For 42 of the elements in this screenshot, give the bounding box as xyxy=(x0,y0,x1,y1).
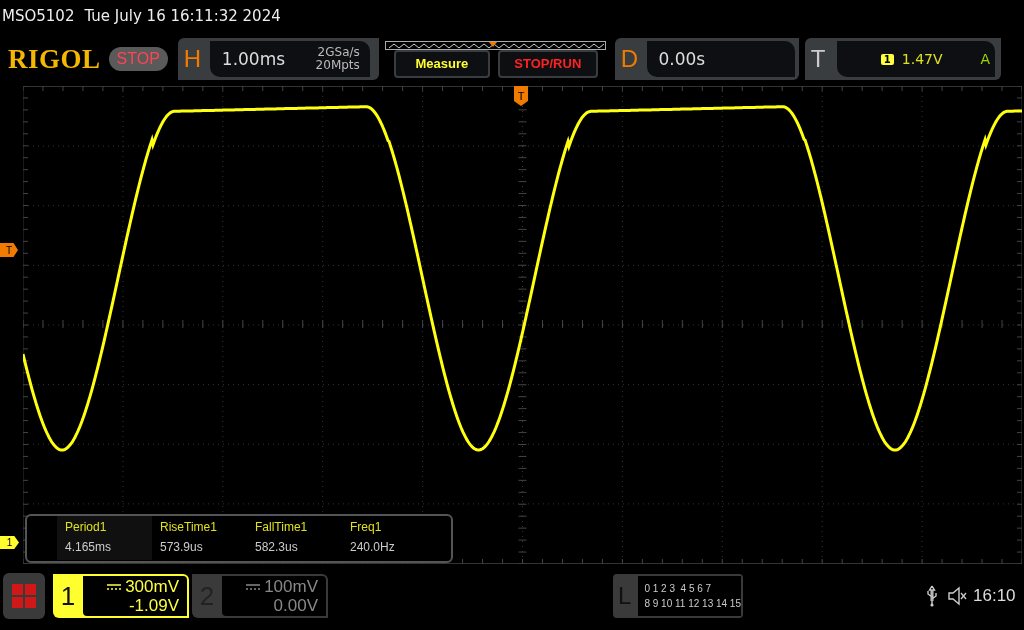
delay-value: 0.00s xyxy=(657,49,706,69)
clock-time: 16:10 xyxy=(973,586,1016,606)
measurement-name: Freq1 xyxy=(349,519,383,536)
channel-scale: 100mV xyxy=(264,577,318,596)
trigger-mode: A xyxy=(980,51,991,67)
date-time: Tue July 16 16:11:32 2024 xyxy=(84,7,281,25)
channel-panel[interactable]: 1 300mV -1.09V xyxy=(53,574,189,618)
channel-marker: 1 xyxy=(0,536,19,549)
channel-scale: 300mV xyxy=(125,577,179,596)
measurement-name: FallTime1 xyxy=(254,519,309,536)
measurement-name: Period1 xyxy=(57,516,152,538)
measurement-name: RiseTime1 xyxy=(159,519,218,536)
sample-rate: 2GSa/s xyxy=(317,46,360,59)
measurement-value: 240.0Hz xyxy=(349,539,396,556)
stop-run-button[interactable]: STOP/RUN xyxy=(497,49,598,78)
channel-offset: 0.00V xyxy=(273,596,318,615)
model-name: MSO5102 xyxy=(2,7,75,25)
speaker-muted-icon xyxy=(948,586,967,606)
measurement-value: 582.3us xyxy=(254,539,299,556)
run-state-badge: STOP xyxy=(108,47,168,71)
dc-coupling-icon xyxy=(107,583,122,590)
usb-icon xyxy=(926,585,938,607)
dc-coupling-icon xyxy=(246,583,261,590)
channel-number: 1 xyxy=(59,579,77,613)
channel-offset: -1.09V xyxy=(128,596,179,615)
horizontal-label: H xyxy=(183,45,203,73)
trigger-position-marker: T xyxy=(514,86,528,106)
trigger-source: 1 xyxy=(880,53,894,65)
logic-channels: 0 1 2 3 4 5 6 7 xyxy=(644,582,713,596)
measurement-value: 573.9us xyxy=(159,539,204,556)
logic-channels: 8 9 10 11 12 13 14 15 xyxy=(644,597,741,611)
menu-button[interactable] xyxy=(3,573,45,619)
delay-label: D xyxy=(620,45,640,73)
timebase-value: 1.00ms xyxy=(220,49,286,69)
measurement-value: 4.165ms xyxy=(57,538,152,560)
trigger-level-marker: T xyxy=(0,243,18,257)
measure-button[interactable]: Measure xyxy=(393,49,490,78)
trigger-level: 1.47V xyxy=(901,51,943,67)
grid-icon xyxy=(12,584,36,608)
memory-depth: 20Mpts xyxy=(315,59,360,72)
trigger-label: T xyxy=(810,45,827,73)
rigol-logo: RIGOL xyxy=(8,43,101,75)
